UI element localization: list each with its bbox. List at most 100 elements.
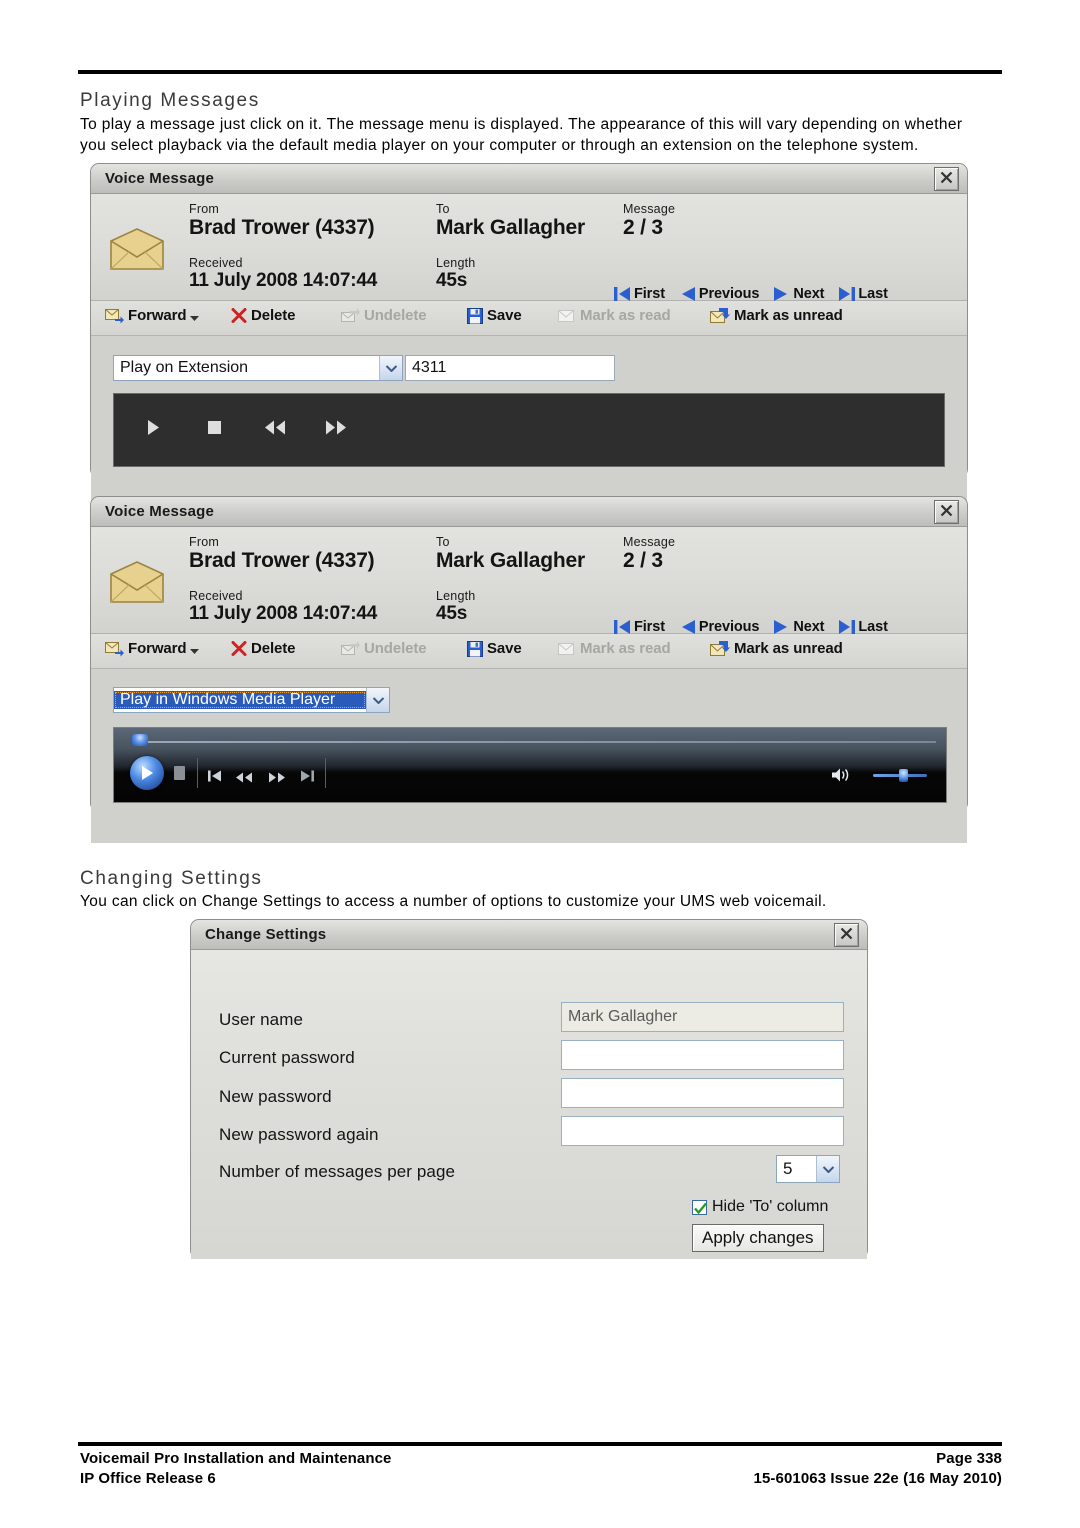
hide-to-column-checkbox[interactable] (692, 1199, 707, 1215)
playback-mode-select[interactable]: Play on Extension (113, 355, 403, 381)
extension-player-bar (113, 393, 945, 467)
voice-message-dialog-extension: Voice Message From Brad Trower (4337) To… (90, 163, 968, 508)
forward-button[interactable]: Forward (105, 307, 200, 324)
new-password-again-input[interactable] (561, 1116, 844, 1146)
volume-icon[interactable] (831, 767, 851, 788)
footer-left-line2: IP Office Release 6 (80, 1470, 216, 1487)
envelope-icon (108, 560, 166, 609)
hide-to-column-row[interactable]: Hide 'To' column (692, 1198, 828, 1216)
message-toolbar: Forward Delete Undelete Save Mark as rea… (91, 634, 967, 669)
current-password-input[interactable] (561, 1040, 844, 1070)
label-message: Message (623, 535, 676, 549)
nav-previous-label: Previous (698, 286, 760, 302)
mark-as-unread-label: Mark as unread (734, 307, 843, 324)
floppy-save-icon (467, 640, 483, 657)
value-from: Brad Trower (4337) (189, 216, 375, 239)
fast-forward-icon[interactable] (325, 420, 347, 441)
close-icon[interactable] (934, 167, 959, 191)
message-toolbar: Forward Delete Undelete Save Mark as rea… (91, 301, 967, 336)
label-current-password: Current password (219, 1048, 355, 1067)
delete-label: Delete (251, 307, 296, 324)
mark-as-unread-button[interactable]: Mark as unread (710, 307, 843, 324)
stop-icon[interactable] (173, 766, 186, 786)
dialog-title-bar: Voice Message (91, 164, 967, 194)
mark-as-unread-button[interactable]: Mark as unread (710, 640, 843, 657)
label-from: From (189, 535, 219, 549)
save-label: Save (487, 640, 522, 657)
label-from: From (189, 202, 219, 216)
message-info-panel: From Brad Trower (4337) To Mark Gallaghe… (91, 194, 967, 302)
value-length: 45s (436, 603, 468, 624)
label-to: To (436, 202, 450, 216)
footer-left-line1: Voicemail Pro Installation and Maintenan… (80, 1450, 392, 1467)
nav-last-label: Last (858, 286, 888, 302)
undelete-label: Undelete (364, 640, 427, 657)
playback-control-area: Play in Windows Media Player (91, 669, 967, 843)
document-page: Playing Messages To play a message just … (0, 0, 1080, 1528)
dialog-title: Voice Message (105, 503, 215, 520)
seek-slider-thumb[interactable] (132, 734, 148, 746)
playback-mode-value: Play in Windows Media Player (114, 691, 366, 709)
check-icon (694, 1202, 707, 1214)
chevron-down-icon (190, 315, 200, 321)
label-new-password-again: New password again (219, 1125, 379, 1144)
rewind-icon[interactable] (264, 420, 286, 441)
new-password-input[interactable] (561, 1078, 844, 1108)
seek-slider-track[interactable] (144, 741, 936, 743)
label-length: Length (436, 256, 476, 270)
label-length: Length (436, 589, 476, 603)
save-button[interactable]: Save (467, 307, 522, 324)
delete-label: Delete (251, 640, 296, 657)
value-from: Brad Trower (4337) (189, 549, 375, 572)
value-length: 45s (436, 270, 468, 291)
undelete-label: Undelete (364, 307, 427, 324)
dialog-title-bar: Change Settings (191, 920, 867, 950)
delete-x-icon (231, 308, 247, 323)
footer-rule (78, 1442, 1002, 1446)
mark-as-read-button: Mark as read (557, 307, 671, 324)
value-to: Mark Gallagher (436, 549, 585, 572)
value-to: Mark Gallagher (436, 216, 585, 239)
mark-as-read-button: Mark as read (557, 640, 671, 657)
undelete-icon (341, 307, 360, 322)
value-received: 11 July 2008 14:07:44 (189, 270, 378, 291)
forward-label: Forward (128, 640, 187, 657)
play-button[interactable] (130, 756, 164, 790)
label-received: Received (189, 589, 243, 603)
stop-icon[interactable] (207, 420, 222, 440)
header-rule (78, 70, 1002, 74)
forward-label: Forward (128, 307, 187, 324)
mark-as-unread-icon (710, 640, 730, 656)
apply-changes-button[interactable]: Apply changes (692, 1224, 824, 1252)
dialog-title: Voice Message (105, 170, 215, 187)
label-new-password: New password (219, 1087, 332, 1106)
page-heading-playing-messages: Playing Messages (80, 90, 260, 111)
extension-input[interactable] (405, 355, 615, 381)
delete-button[interactable]: Delete (231, 307, 296, 324)
user-name-input (561, 1002, 844, 1032)
forward-button[interactable]: Forward (105, 640, 200, 657)
messages-per-page-select[interactable]: 5 (776, 1155, 840, 1183)
playback-mode-select[interactable]: Play in Windows Media Player (113, 687, 390, 713)
forward-icon (105, 641, 124, 656)
nav-next-label: Next (793, 286, 825, 302)
mark-as-read-icon (558, 643, 574, 655)
paragraph-playing-messages-line2: you select playback via the default medi… (80, 137, 919, 154)
rewind-icon[interactable] (235, 770, 253, 788)
next-track-icon[interactable] (300, 769, 314, 787)
delete-button[interactable]: Delete (231, 640, 296, 657)
volume-slider-thumb[interactable] (899, 769, 908, 782)
close-icon[interactable] (934, 500, 959, 524)
chevron-down-icon (366, 688, 389, 712)
nav-last-label: Last (858, 619, 888, 635)
envelope-icon (108, 227, 166, 276)
previous-track-icon[interactable] (208, 769, 222, 787)
undelete-button: Undelete (341, 307, 427, 324)
close-icon[interactable] (834, 923, 859, 947)
footer-right-line2: 15-601063 Issue 22e (16 May 2010) (753, 1470, 1002, 1487)
playback-mode-value: Play on Extension (120, 359, 249, 376)
label-to: To (436, 535, 450, 549)
save-button[interactable]: Save (467, 640, 522, 657)
fast-forward-icon[interactable] (268, 770, 286, 788)
play-icon[interactable] (147, 419, 160, 441)
